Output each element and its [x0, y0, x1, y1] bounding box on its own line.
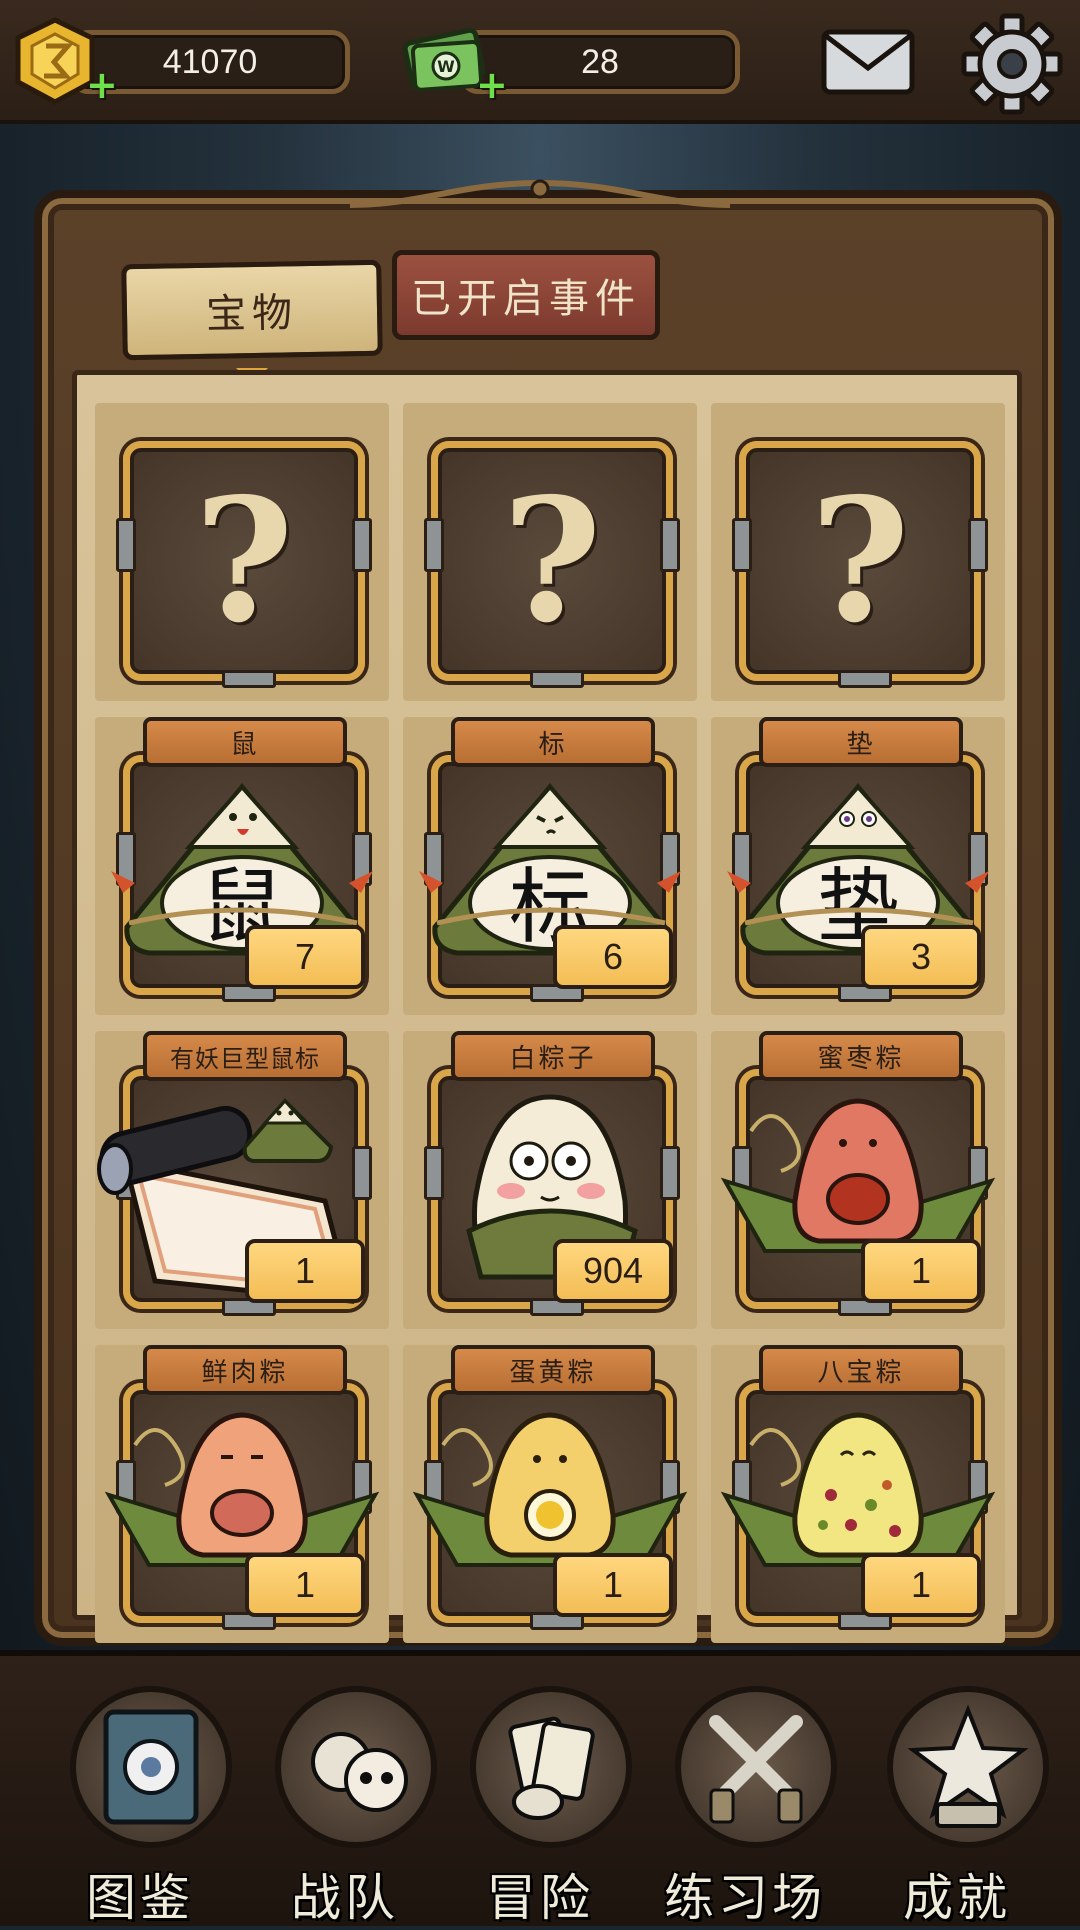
item-name: 标 [451, 717, 655, 767]
question-mark-icon: ? [194, 461, 294, 661]
item-name: 蛋黄粽 [451, 1345, 655, 1395]
top-hud: 41070 + 28 W + [0, 0, 1080, 124]
bottom-nav: 图鉴 战队 冒险 练习场 成就 [0, 1650, 1080, 1927]
item-card: ? [424, 441, 680, 688]
item-count: 1 [861, 1239, 981, 1303]
item-cell[interactable]: ? [711, 403, 1005, 701]
item-count: 904 [553, 1239, 673, 1303]
item-count: 1 [245, 1239, 365, 1303]
item-card: ? [732, 441, 988, 688]
nav-label: 战队 [291, 1869, 399, 1927]
item-cell[interactable]: 蛋黄粽 1 [403, 1345, 697, 1643]
item-cell[interactable]: 标 标 6 [403, 717, 697, 1015]
add-cash-icon[interactable]: + [476, 66, 508, 104]
item-count: 6 [553, 925, 673, 989]
cards-hand-icon [470, 1686, 632, 1848]
svg-text:W: W [437, 57, 455, 76]
nav-adventure[interactable]: 冒险 [445, 1676, 635, 1927]
item-cell[interactable]: ? [403, 403, 697, 701]
item-grid: ? ? ? 鼠 鼠 7 标 标 6 垫 垫 3 有妖巨型鼠标 1 白粽子 904… [95, 403, 1005, 1643]
nav-label: 图鉴 [86, 1869, 194, 1927]
item-count: 1 [553, 1553, 673, 1617]
star-trophy-icon [887, 1686, 1049, 1848]
add-gold-icon[interactable]: + [86, 66, 118, 104]
cash-currency[interactable]: 28 W + [390, 22, 740, 104]
item-name: 蜜枣粽 [759, 1031, 963, 1081]
nav-label: 成就 [903, 1869, 1011, 1927]
nav-achievements[interactable]: 成就 [862, 1676, 1052, 1927]
item-count: 1 [245, 1553, 365, 1617]
gold-currency[interactable]: 41070 + [0, 17, 350, 105]
item-cell[interactable]: 鲜肉粽 1 [95, 1345, 389, 1643]
item-cell[interactable]: 鼠 鼠 7 [95, 717, 389, 1015]
nav-collection[interactable]: 图鉴 [45, 1676, 235, 1927]
question-mark-icon: ? [502, 461, 602, 661]
nav-label: 冒险 [486, 1869, 594, 1927]
item-card: ? [116, 441, 372, 688]
nav-practice[interactable]: 练习场 [650, 1676, 840, 1927]
crossed-swords-icon [675, 1686, 837, 1848]
gear-icon[interactable] [958, 10, 1066, 118]
item-name: 白粽子 [451, 1031, 655, 1081]
item-cell[interactable]: 八宝粽 1 [711, 1345, 1005, 1643]
board-ornament-icon [349, 179, 731, 208]
item-cell[interactable]: ? [95, 403, 389, 701]
tab-treasure[interactable]: 宝物 [121, 259, 383, 361]
item-count: 7 [245, 925, 365, 989]
tab-bar: 宝物 已开启事件 [70, 250, 1010, 370]
item-cell[interactable]: 垫 垫 3 [711, 717, 1005, 1015]
nav-label: 练习场 [664, 1869, 826, 1927]
item-name: 垫 [759, 717, 963, 767]
question-mark-icon: ? [810, 461, 910, 661]
mail-icon[interactable] [818, 24, 918, 100]
skulls-icon [275, 1686, 437, 1848]
item-name: 鲜肉粽 [143, 1345, 347, 1395]
item-name: 有妖巨型鼠标 [143, 1031, 347, 1081]
item-cell[interactable]: 有妖巨型鼠标 1 [95, 1031, 389, 1329]
item-count: 3 [861, 925, 981, 989]
book-eye-icon [70, 1686, 232, 1848]
item-panel: ? ? ? 鼠 鼠 7 标 标 6 垫 垫 3 有妖巨型鼠标 1 白粽子 904… [72, 370, 1022, 1643]
nav-team[interactable]: 战队 [250, 1676, 440, 1927]
item-count: 1 [861, 1553, 981, 1617]
item-cell[interactable]: 蜜枣粽 1 [711, 1031, 1005, 1329]
item-cell[interactable]: 白粽子 904 [403, 1031, 697, 1329]
item-name: 八宝粽 [759, 1345, 963, 1395]
item-name: 鼠 [143, 717, 347, 767]
tab-opened-events[interactable]: 已开启事件 [392, 250, 660, 340]
